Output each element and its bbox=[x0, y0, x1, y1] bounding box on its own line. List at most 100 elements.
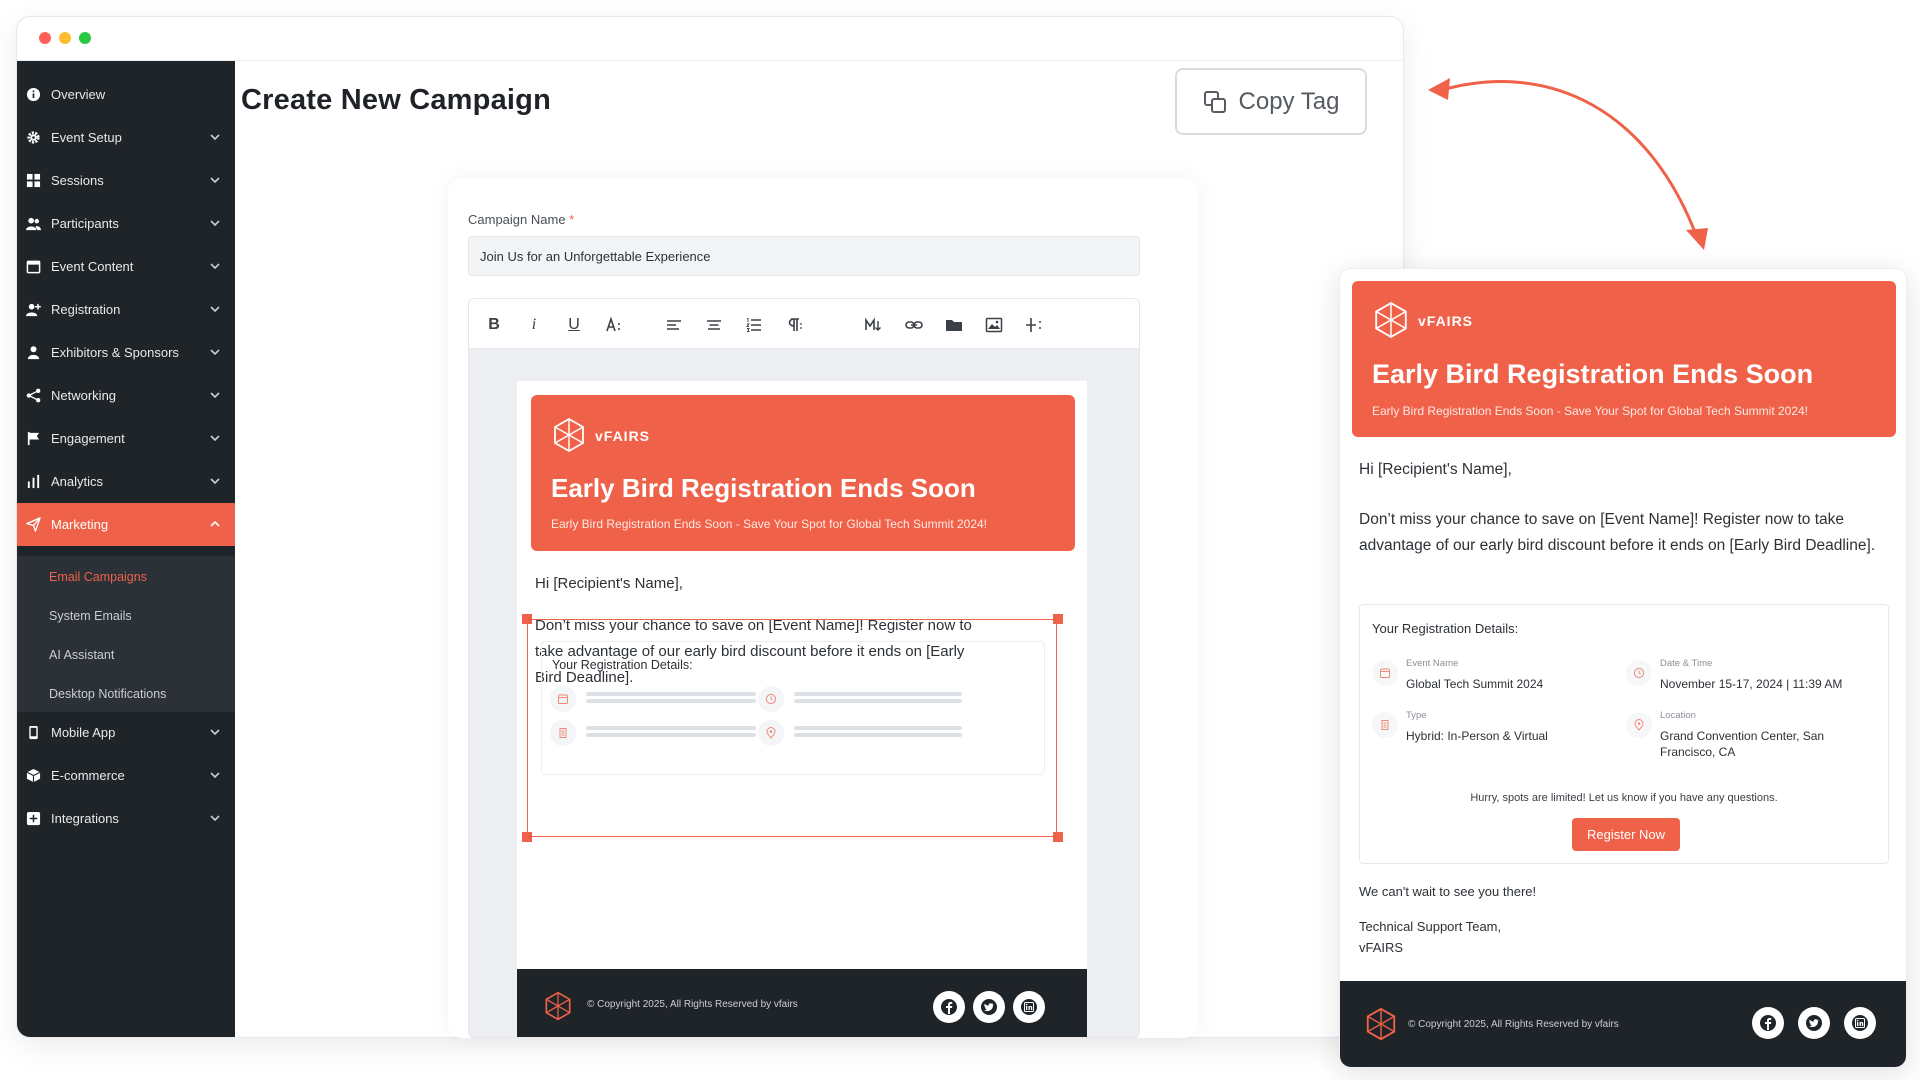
sidebar-item-participants[interactable]: Participants bbox=[17, 202, 235, 245]
detail-label: Date & Time bbox=[1660, 658, 1713, 669]
submenu-item-email-campaigns[interactable]: Email Campaigns bbox=[49, 570, 147, 584]
chevron-down-icon bbox=[210, 349, 220, 356]
markdown-icon[interactable] bbox=[863, 314, 885, 336]
chevron-down-icon bbox=[210, 435, 220, 442]
preview-hero-banner: vFAIRS Early Bird Registration Ends Soon… bbox=[1352, 281, 1896, 437]
chevron-down-icon bbox=[210, 177, 220, 184]
facebook-icon[interactable] bbox=[933, 991, 965, 1023]
detail-value: Global Tech Summit 2024 bbox=[1406, 677, 1544, 691]
sidebar-item-mobile-app[interactable]: Mobile App bbox=[17, 711, 235, 754]
font-size-icon[interactable] bbox=[603, 314, 625, 336]
italic-icon[interactable]: i bbox=[523, 314, 545, 336]
email-hero-banner[interactable]: vFAIRS Early Bird Registration Ends Soon… bbox=[531, 395, 1075, 551]
copy-tag-label: Copy Tag bbox=[1238, 87, 1340, 115]
align-center-icon[interactable] bbox=[703, 314, 725, 336]
facebook-icon[interactable] bbox=[1752, 1007, 1784, 1039]
campaign-name-input[interactable] bbox=[468, 236, 1140, 276]
maximize-window-button[interactable] bbox=[79, 32, 91, 44]
chevron-down-icon bbox=[210, 263, 220, 270]
twitter-icon[interactable] bbox=[1798, 1007, 1830, 1039]
registration-details-title: Your Registration Details: bbox=[1372, 621, 1519, 636]
email-headline: Early Bird Registration Ends Soon bbox=[551, 473, 976, 503]
registration-details-block[interactable]: Your Registration Details: bbox=[541, 641, 1045, 775]
calendar-icon bbox=[550, 686, 576, 712]
resize-handle-bottom-left[interactable] bbox=[522, 832, 532, 842]
location-pin-icon bbox=[1626, 712, 1652, 738]
register-now-button[interactable]: Register Now bbox=[1572, 818, 1680, 851]
resize-handle-top-left[interactable] bbox=[522, 614, 532, 624]
preview-footer: © Copyright 2025, All Rights Reserved by… bbox=[1340, 981, 1906, 1067]
flag-icon bbox=[25, 431, 41, 447]
clock-icon bbox=[1626, 660, 1652, 686]
sidebar-item-label: Sessions bbox=[51, 173, 104, 188]
email-subheadline: Early Bird Registration Ends Soon - Save… bbox=[551, 517, 988, 531]
calendar-icon bbox=[1372, 660, 1398, 686]
sidebar-item-label: Engagement bbox=[51, 431, 125, 446]
sidebar-item-sessions[interactable]: Sessions bbox=[17, 159, 235, 202]
registration-details-title: Your Registration Details: bbox=[552, 658, 693, 672]
grid-icon bbox=[25, 173, 41, 189]
minimize-window-button[interactable] bbox=[59, 32, 71, 44]
chevron-down-icon bbox=[210, 772, 220, 779]
submenu-item-system-emails[interactable]: System Emails bbox=[49, 609, 132, 623]
linkedin-icon[interactable] bbox=[1013, 991, 1045, 1023]
underline-icon[interactable]: U bbox=[563, 314, 585, 336]
chevron-down-icon bbox=[210, 306, 220, 313]
preview-subheadline: Early Bird Registration Ends Soon - Save… bbox=[1372, 404, 1809, 418]
detail-label: Type bbox=[1406, 710, 1427, 721]
sidebar-item-exhibitors-sponsors[interactable]: Exhibitors & Sponsors bbox=[17, 331, 235, 374]
sidebar-item-label: Integrations bbox=[51, 811, 119, 826]
email-preview-panel: vFAIRS Early Bird Registration Ends Soon… bbox=[1339, 268, 1907, 1068]
gear-icon bbox=[25, 130, 41, 146]
building-icon bbox=[1372, 712, 1398, 738]
bold-icon[interactable]: B bbox=[483, 314, 505, 336]
sidebar-item-engagement[interactable]: Engagement bbox=[17, 417, 235, 460]
submenu-item-ai-assistant[interactable]: AI Assistant bbox=[49, 648, 114, 662]
copy-tag-button[interactable]: Copy Tag bbox=[1175, 68, 1367, 135]
sidebar-item-analytics[interactable]: Analytics bbox=[17, 460, 235, 503]
closing-line: We can't wait to see you there! bbox=[1359, 884, 1537, 899]
image-icon[interactable] bbox=[983, 314, 1005, 336]
folder-icon[interactable] bbox=[943, 314, 965, 336]
preview-headline: Early Bird Registration Ends Soon bbox=[1372, 359, 1814, 389]
linkedin-icon[interactable] bbox=[1844, 1007, 1876, 1039]
paragraph-icon[interactable] bbox=[783, 314, 805, 336]
email-editor[interactable]: B i U vFAIRS Early Bird Registration End… bbox=[468, 298, 1140, 1038]
preview-greeting: Hi [Recipient's Name], bbox=[1359, 461, 1512, 478]
chevron-down-icon bbox=[210, 220, 220, 227]
insert-block-icon[interactable] bbox=[1023, 314, 1045, 336]
email-greeting: Hi [Recipient's Name], bbox=[535, 575, 683, 592]
send-icon bbox=[25, 517, 41, 533]
sidebar-item-overview[interactable]: Overview bbox=[17, 73, 235, 116]
sidebar-item-event-setup[interactable]: Event Setup bbox=[17, 116, 235, 159]
required-mark: * bbox=[569, 212, 575, 227]
sidebar-item-marketing[interactable]: Marketing bbox=[17, 503, 235, 546]
sidebar: Overview Event Setup Sessions Participan… bbox=[17, 61, 235, 1037]
sidebar-item-label: Event Setup bbox=[51, 130, 122, 145]
close-window-button[interactable] bbox=[39, 32, 51, 44]
submenu-item-desktop-notifications[interactable]: Desktop Notifications bbox=[49, 687, 166, 701]
align-left-icon[interactable] bbox=[663, 314, 685, 336]
marketing-submenu: Email Campaigns System Emails AI Assista… bbox=[17, 556, 235, 712]
footer-copyright: © Copyright 2025, All Rights Reserved by… bbox=[587, 999, 798, 1010]
skeleton-line bbox=[586, 733, 756, 737]
sidebar-item-event-content[interactable]: Event Content bbox=[17, 245, 235, 288]
twitter-icon[interactable] bbox=[973, 991, 1005, 1023]
chevron-down-icon bbox=[210, 815, 220, 822]
sidebar-item-e-commerce[interactable]: E-commerce bbox=[17, 754, 235, 797]
chevron-down-icon bbox=[210, 392, 220, 399]
copy-icon bbox=[1203, 90, 1226, 113]
sidebar-item-registration[interactable]: Registration bbox=[17, 288, 235, 331]
signoff-team: Technical Support Team, bbox=[1359, 919, 1502, 934]
users-icon bbox=[25, 216, 41, 232]
sidebar-item-label: Overview bbox=[51, 87, 106, 102]
link-icon[interactable] bbox=[903, 314, 925, 336]
skeleton-line bbox=[794, 733, 962, 737]
sidebar-item-integrations[interactable]: Integrations bbox=[17, 797, 235, 840]
detail-label: Location bbox=[1660, 710, 1696, 721]
skeleton-line bbox=[794, 726, 962, 730]
sidebar-item-networking[interactable]: Networking bbox=[17, 374, 235, 417]
resize-handle-top-right[interactable] bbox=[1053, 614, 1063, 624]
resize-handle-bottom-right[interactable] bbox=[1053, 832, 1063, 842]
ordered-list-icon[interactable] bbox=[743, 314, 765, 336]
